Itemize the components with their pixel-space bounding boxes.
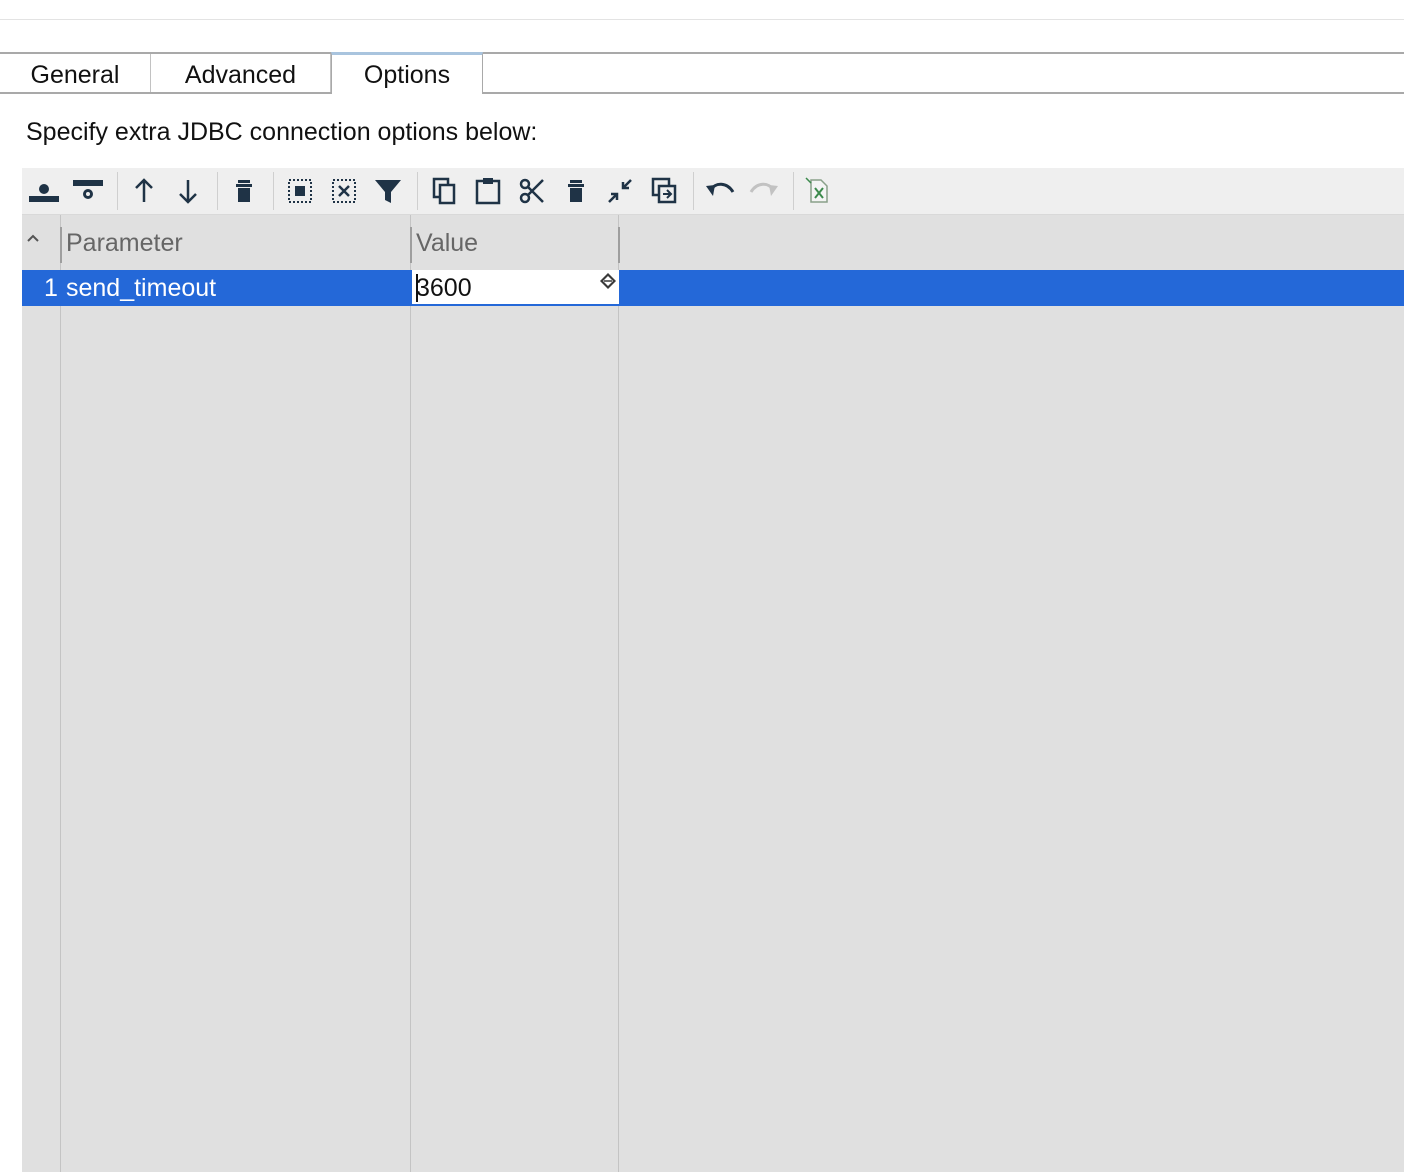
options-page: General Advanced Options Specify extra J… — [0, 0, 1404, 1172]
parameter-cell[interactable]: send_timeout — [66, 274, 216, 303]
export-excel-button[interactable] — [799, 173, 837, 209]
toolbar-separator — [217, 172, 218, 210]
undo-button[interactable] — [701, 173, 739, 209]
value-input-text: 3600 — [416, 274, 472, 302]
tab-bar: General Advanced Options — [0, 52, 1404, 94]
diamond-spinner-icon[interactable] — [599, 272, 617, 290]
column-divider — [60, 215, 61, 1172]
header-separator — [410, 227, 412, 263]
toolbar-separator — [693, 172, 694, 210]
add-row-icon — [29, 184, 59, 202]
collapse-icon — [608, 179, 632, 203]
duplicate-icon — [651, 177, 677, 204]
header-separator — [60, 227, 62, 263]
move-up-button[interactable] — [125, 173, 163, 209]
column-header-value[interactable]: Value — [416, 229, 478, 258]
undo-icon — [706, 182, 735, 196]
toolbar-separator — [117, 172, 118, 210]
duplicate-button[interactable] — [645, 173, 683, 209]
delete-icon — [568, 180, 584, 202]
deselect-button[interactable] — [325, 173, 363, 209]
copy-button[interactable] — [425, 173, 463, 209]
table-row[interactable]: 1 send_timeout 3600 — [22, 270, 1404, 306]
filter-button[interactable] — [369, 173, 407, 209]
delete-row-button[interactable] — [225, 173, 263, 209]
move-down-button[interactable] — [169, 173, 207, 209]
toolbar-separator — [417, 172, 418, 210]
toolbar-separator — [793, 172, 794, 210]
tab-bar-bottom-border — [0, 92, 1404, 94]
tab-general[interactable]: General — [0, 54, 151, 92]
delete-row-icon — [236, 180, 252, 202]
select-all-icon — [288, 179, 312, 203]
instruction-label: Specify extra JDBC connection options be… — [26, 118, 538, 146]
collapse-button[interactable] — [601, 173, 639, 209]
options-table: Parameter Value 1 send_timeout 3600 — [22, 215, 1404, 1172]
move-up-icon — [135, 178, 153, 202]
value-input[interactable]: 3600 — [412, 270, 619, 306]
column-header-parameter[interactable]: Parameter — [66, 229, 183, 258]
paste-button[interactable] — [469, 173, 507, 209]
export-excel-icon — [805, 177, 828, 203]
insert-row-button[interactable] — [69, 173, 107, 209]
top-divider — [0, 19, 1404, 20]
select-all-button[interactable] — [281, 173, 319, 209]
toolbar-separator — [273, 172, 274, 210]
add-row-button[interactable] — [25, 173, 63, 209]
move-down-icon — [179, 180, 197, 204]
column-divider — [618, 215, 619, 1172]
delete-button[interactable] — [557, 173, 595, 209]
row-number: 1 — [44, 274, 58, 302]
redo-icon — [749, 182, 778, 196]
insert-row-icon — [73, 180, 103, 199]
cut-button[interactable] — [513, 173, 551, 209]
paste-icon — [475, 178, 501, 205]
header-separator — [618, 227, 620, 263]
chevron-up-icon[interactable] — [26, 231, 40, 245]
column-divider — [410, 215, 411, 1172]
tab-advanced[interactable]: Advanced — [151, 54, 331, 92]
deselect-icon — [332, 179, 356, 203]
redo-button[interactable] — [745, 173, 783, 209]
table-toolbar — [22, 168, 1404, 215]
tab-options[interactable]: Options — [331, 52, 483, 94]
cut-icon — [519, 178, 544, 204]
filter-icon — [375, 180, 401, 203]
text-caret — [416, 274, 418, 302]
copy-icon — [432, 177, 456, 205]
